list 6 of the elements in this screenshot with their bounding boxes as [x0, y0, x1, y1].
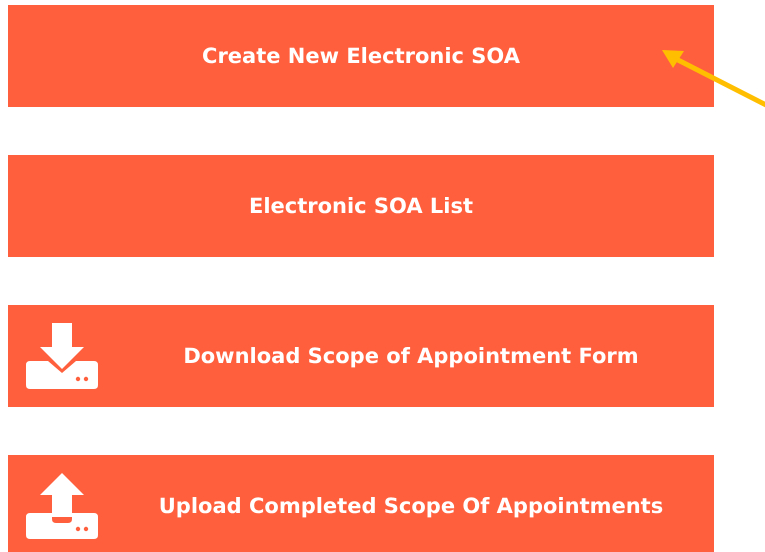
download-tray-icon [26, 323, 98, 389]
action-button[interactable]: Create New Electronic SOA [8, 5, 714, 107]
action-button[interactable]: Download Scope of Appointment Form [8, 305, 714, 407]
upload-tray-icon [26, 473, 98, 539]
action-button[interactable]: Upload Completed Scope Of Appointments [8, 455, 714, 552]
action-button[interactable]: Electronic SOA List [8, 155, 714, 257]
